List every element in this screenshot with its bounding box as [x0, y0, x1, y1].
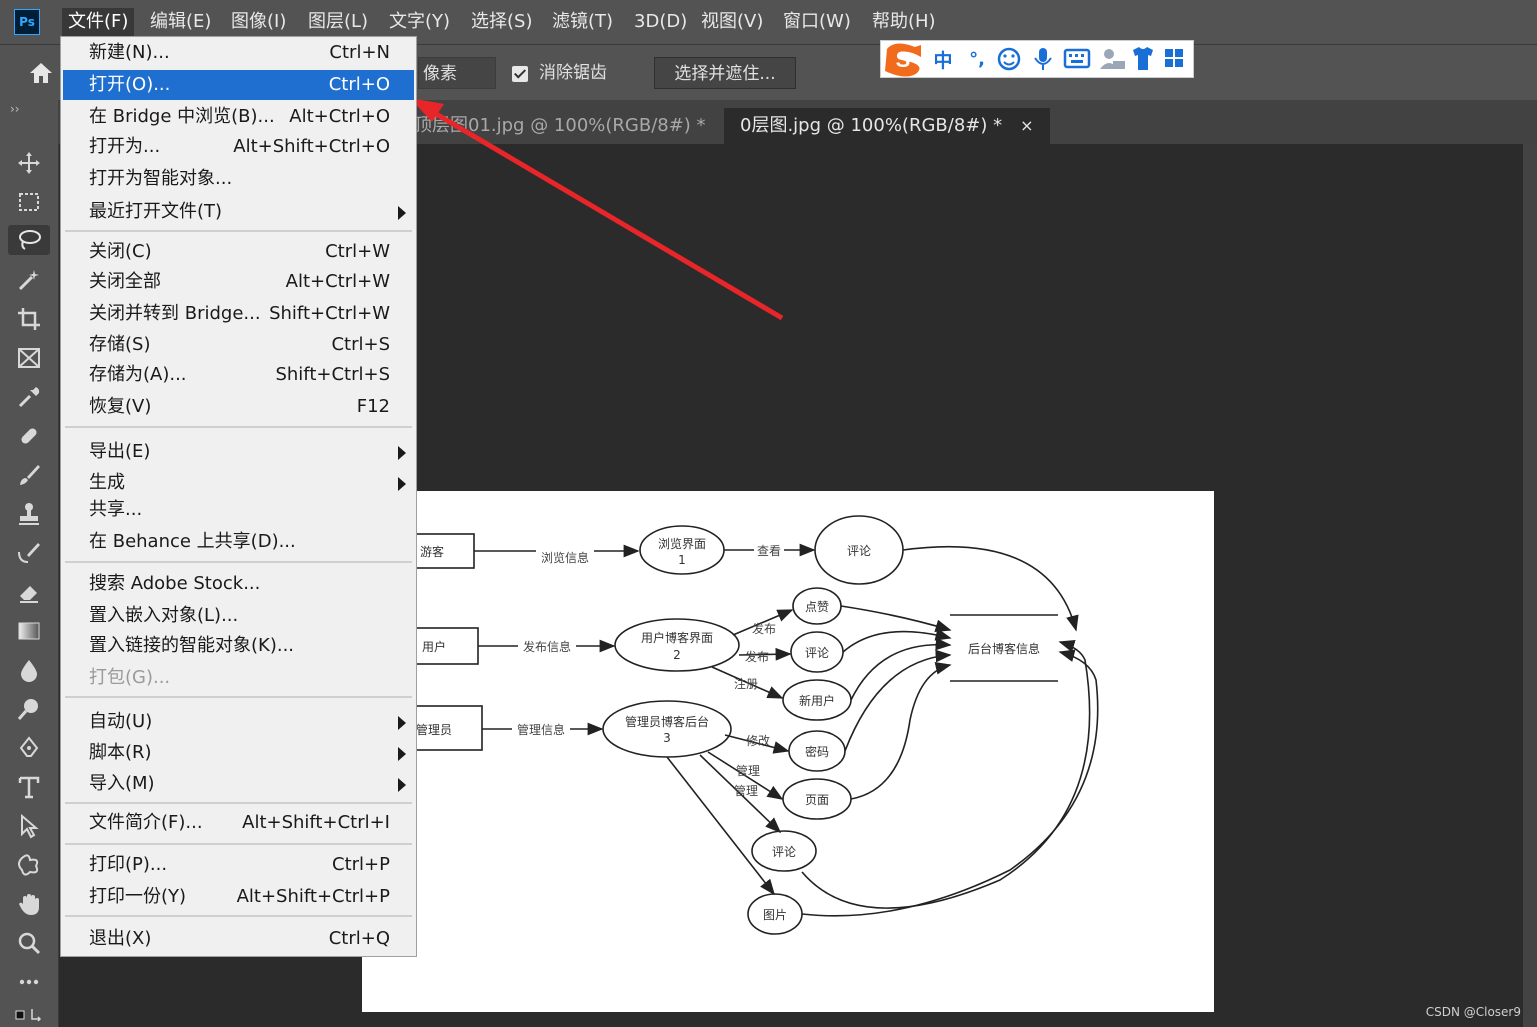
menu-separator — [65, 843, 412, 845]
submenu-arrow-icon — [398, 778, 406, 792]
menu-item-close-go-bridge[interactable]: 关闭并转到 Bridge... Shift+Ctrl+W — [63, 299, 414, 329]
menu-item-print[interactable]: 打印(P)... Ctrl+P — [63, 850, 414, 880]
menu-separator — [65, 426, 412, 428]
menu-item-browse-bridge[interactable]: 在 Bridge 中浏览(B)... Alt+Ctrl+O — [63, 102, 414, 132]
submenu-arrow-icon — [398, 716, 406, 730]
menu-item-automate[interactable]: 自动(U) — [63, 707, 414, 737]
menu-item-close-all[interactable]: 关闭全部 Alt+Ctrl+W — [63, 267, 414, 297]
submenu-arrow-icon — [398, 446, 406, 460]
menu-item-recent-files[interactable]: 最近打开文件(T) — [63, 197, 414, 227]
menu-item-place-embedded[interactable]: 置入嵌入对象(L)... — [63, 601, 414, 631]
menu-separator — [65, 802, 412, 804]
submenu-arrow-icon — [398, 477, 406, 491]
menu-separator — [65, 561, 412, 563]
submenu-arrow-icon — [398, 747, 406, 761]
menu-item-import[interactable]: 导入(M) — [63, 769, 414, 799]
menu-item-export[interactable]: 导出(E) — [63, 437, 414, 467]
menu-separator — [65, 230, 412, 232]
menu-item-revert[interactable]: 恢复(V) F12 — [63, 392, 414, 422]
menu-item-open-as[interactable]: 打开为... Alt+Shift+Ctrl+O — [63, 132, 414, 162]
menu-item-close[interactable]: 关闭(C) Ctrl+W — [63, 237, 414, 267]
menu-item-scripts[interactable]: 脚本(R) — [63, 738, 414, 768]
menu-item-new[interactable]: 新建(N)... Ctrl+N — [63, 38, 414, 68]
menu-item-open-smart-object[interactable]: 打开为智能对象... — [63, 164, 414, 194]
menu-item-search-adobe-stock[interactable]: 搜索 Adobe Stock... — [63, 569, 414, 599]
menu-item-share-behance[interactable]: 在 Behance 上共享(D)... — [63, 527, 414, 557]
menu-item-place-linked[interactable]: 置入链接的智能对象(K)... — [63, 631, 414, 661]
menu-item-save-as[interactable]: 存储为(A)... Shift+Ctrl+S — [63, 360, 414, 390]
menu-item-open[interactable]: 打开(O)... Ctrl+O — [63, 70, 414, 100]
menu-item-generate[interactable]: 生成 — [63, 468, 414, 498]
menu-separator — [65, 696, 412, 698]
menu-item-save[interactable]: 存储(S) Ctrl+S — [63, 330, 414, 360]
menu-item-share[interactable]: 共享... — [63, 495, 414, 525]
menu-item-exit[interactable]: 退出(X) Ctrl+Q — [63, 924, 414, 954]
menu-separator — [65, 915, 412, 917]
submenu-arrow-icon — [398, 206, 406, 220]
file-menu-dropdown: 新建(N)... Ctrl+N 打开(O)... Ctrl+O 在 Bridge 中… — [60, 36, 417, 957]
menu-item-file-info[interactable]: 文件简介(F)... Alt+Shift+Ctrl+I — [63, 808, 414, 838]
menu-item-print-one-copy[interactable]: 打印一份(Y) Alt+Shift+Ctrl+P — [63, 882, 414, 912]
menu-item-package: 打包(G)... — [89, 667, 171, 688]
watermark: CSDN @Closer9 — [1425, 1005, 1521, 1019]
